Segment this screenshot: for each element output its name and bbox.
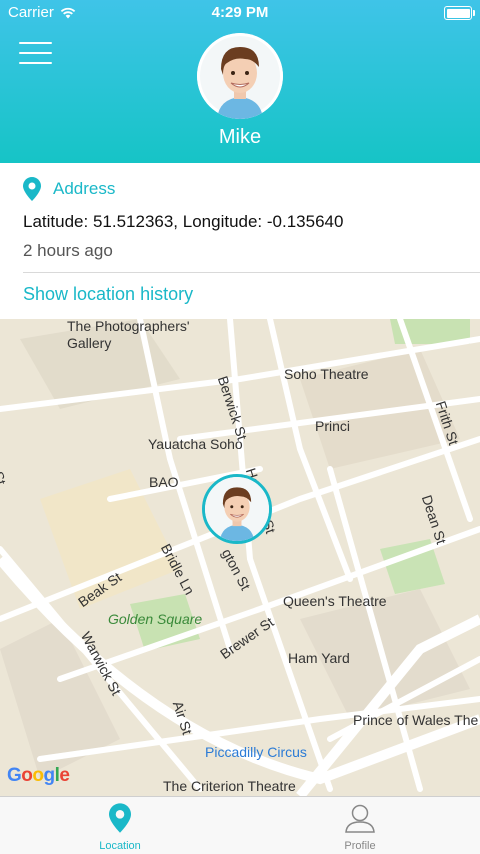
header: Carrier 4:29 PM Mike [0, 0, 480, 163]
map-view[interactable]: The Photographers' Gallery Berwick St So… [0, 319, 480, 796]
location-info-panel: Address Latitude: 51.512363, Longitude: … [0, 163, 480, 319]
profile-icon [345, 804, 375, 833]
map-label: Piccadilly Circus [205, 744, 307, 760]
status-bar: Carrier 4:29 PM [0, 0, 480, 26]
user-location-marker[interactable] [202, 474, 272, 544]
map-label: Prince of Wales The [353, 712, 479, 728]
location-pin-icon [23, 177, 41, 201]
tab-bar: Location Profile [0, 796, 480, 854]
google-logo: Google [7, 765, 70, 786]
map-label: The Photographers' [67, 319, 190, 334]
divider [23, 272, 480, 273]
address-row[interactable]: Address [23, 177, 115, 201]
map-label: BAO [149, 474, 179, 490]
map-label: Princi [315, 418, 351, 434]
hamburger-menu-icon[interactable] [19, 40, 52, 66]
coordinates-text: Latitude: 51.512363, Longitude: -0.13564… [23, 212, 344, 231]
map-label: Soho Theatre [284, 366, 369, 382]
tab-location-label: Location [99, 840, 141, 852]
tab-location[interactable]: Location [60, 803, 180, 852]
user-avatar[interactable] [197, 33, 283, 119]
map-label: Golden Square [108, 611, 203, 627]
map-label: Yauatcha Soho [148, 436, 243, 452]
time-ago-text: 2 hours ago [23, 241, 113, 260]
map-label: The Criterion Theatre [163, 778, 296, 794]
map-label: Queen's Theatre [283, 593, 387, 609]
location-pin-icon [109, 803, 131, 833]
map-label: Gallery [67, 335, 112, 351]
tab-profile[interactable]: Profile [300, 803, 420, 852]
show-location-history-link[interactable]: Show location history [23, 284, 193, 305]
map-label: Ham Yard [288, 650, 350, 666]
status-time: 4:29 PM [211, 4, 269, 21]
battery-icon [444, 6, 475, 20]
tab-profile-label: Profile [344, 840, 376, 852]
user-name: Mike [218, 126, 262, 148]
address-label: Address [53, 179, 116, 198]
